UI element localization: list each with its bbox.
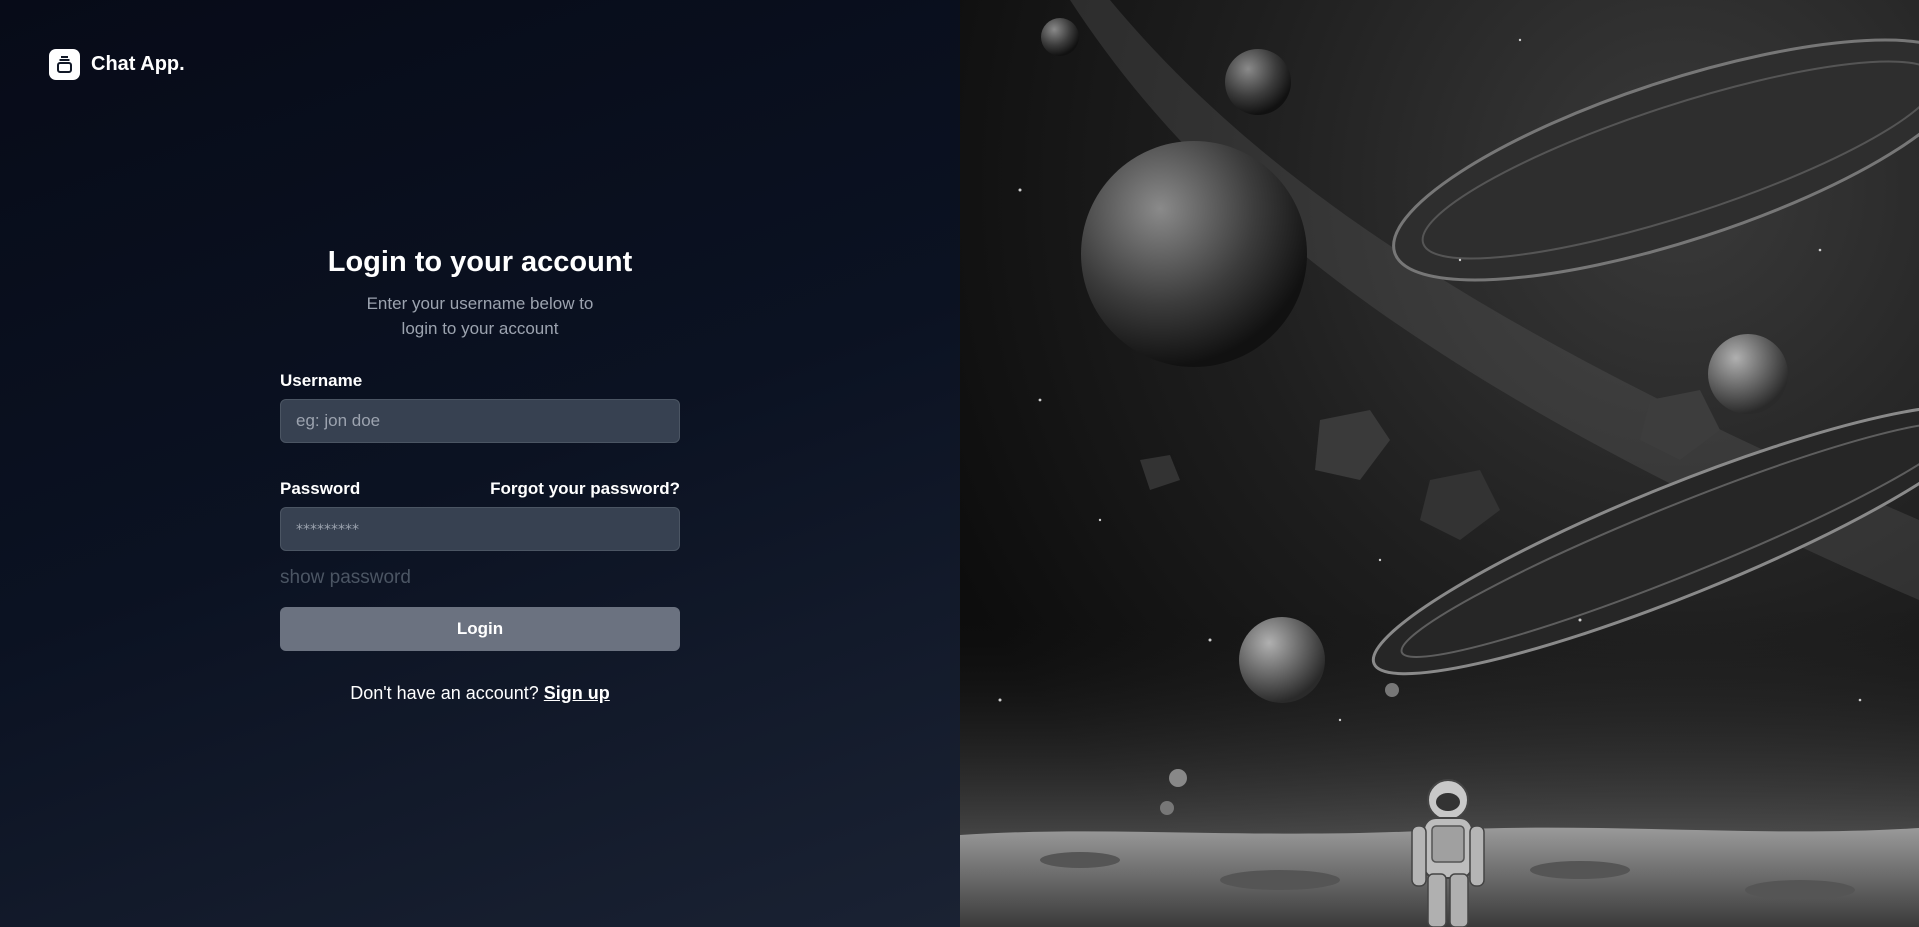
moon bbox=[1160, 801, 1174, 815]
asteroid bbox=[1315, 410, 1390, 480]
signup-row: Don't have an account? Sign up bbox=[280, 683, 680, 704]
planet bbox=[1041, 18, 1079, 56]
large-planet bbox=[1081, 141, 1307, 367]
login-button[interactable]: Login bbox=[280, 607, 680, 651]
show-password-toggle[interactable]: show password bbox=[280, 567, 680, 589]
login-form: Login to your account Enter your usernam… bbox=[280, 246, 680, 704]
page-subtitle: Enter your username below to login to yo… bbox=[366, 294, 594, 338]
forgot-password-link[interactable]: Forgot your password? bbox=[490, 479, 680, 499]
brand[interactable]: Chat App. bbox=[49, 49, 185, 80]
brand-name: Chat App. bbox=[91, 53, 185, 75]
signup-prompt: Don't have an account? bbox=[350, 683, 539, 703]
signup-link[interactable]: Sign up bbox=[544, 683, 610, 703]
space-scene-art bbox=[960, 0, 1919, 927]
planet bbox=[1239, 617, 1325, 703]
login-panel: Chat App. Login to your account Enter yo… bbox=[0, 0, 960, 927]
password-input[interactable] bbox=[280, 507, 680, 551]
planet bbox=[1225, 49, 1291, 115]
username-label-row: Username bbox=[280, 371, 680, 391]
password-label: Password bbox=[280, 479, 361, 498]
chat-stack-icon bbox=[49, 49, 80, 80]
asteroid bbox=[1140, 455, 1180, 490]
page-title: Login to your account bbox=[327, 246, 633, 278]
space-scene-illustration bbox=[960, 0, 1919, 927]
username-label: Username bbox=[280, 371, 363, 390]
asteroid bbox=[1420, 470, 1500, 540]
ring-ship bbox=[1392, 38, 1919, 282]
moon bbox=[1385, 683, 1399, 697]
planet bbox=[1708, 334, 1788, 414]
moon bbox=[1169, 769, 1187, 787]
username-input[interactable] bbox=[280, 399, 680, 443]
password-label-row: Password Forgot your password? bbox=[280, 479, 680, 499]
